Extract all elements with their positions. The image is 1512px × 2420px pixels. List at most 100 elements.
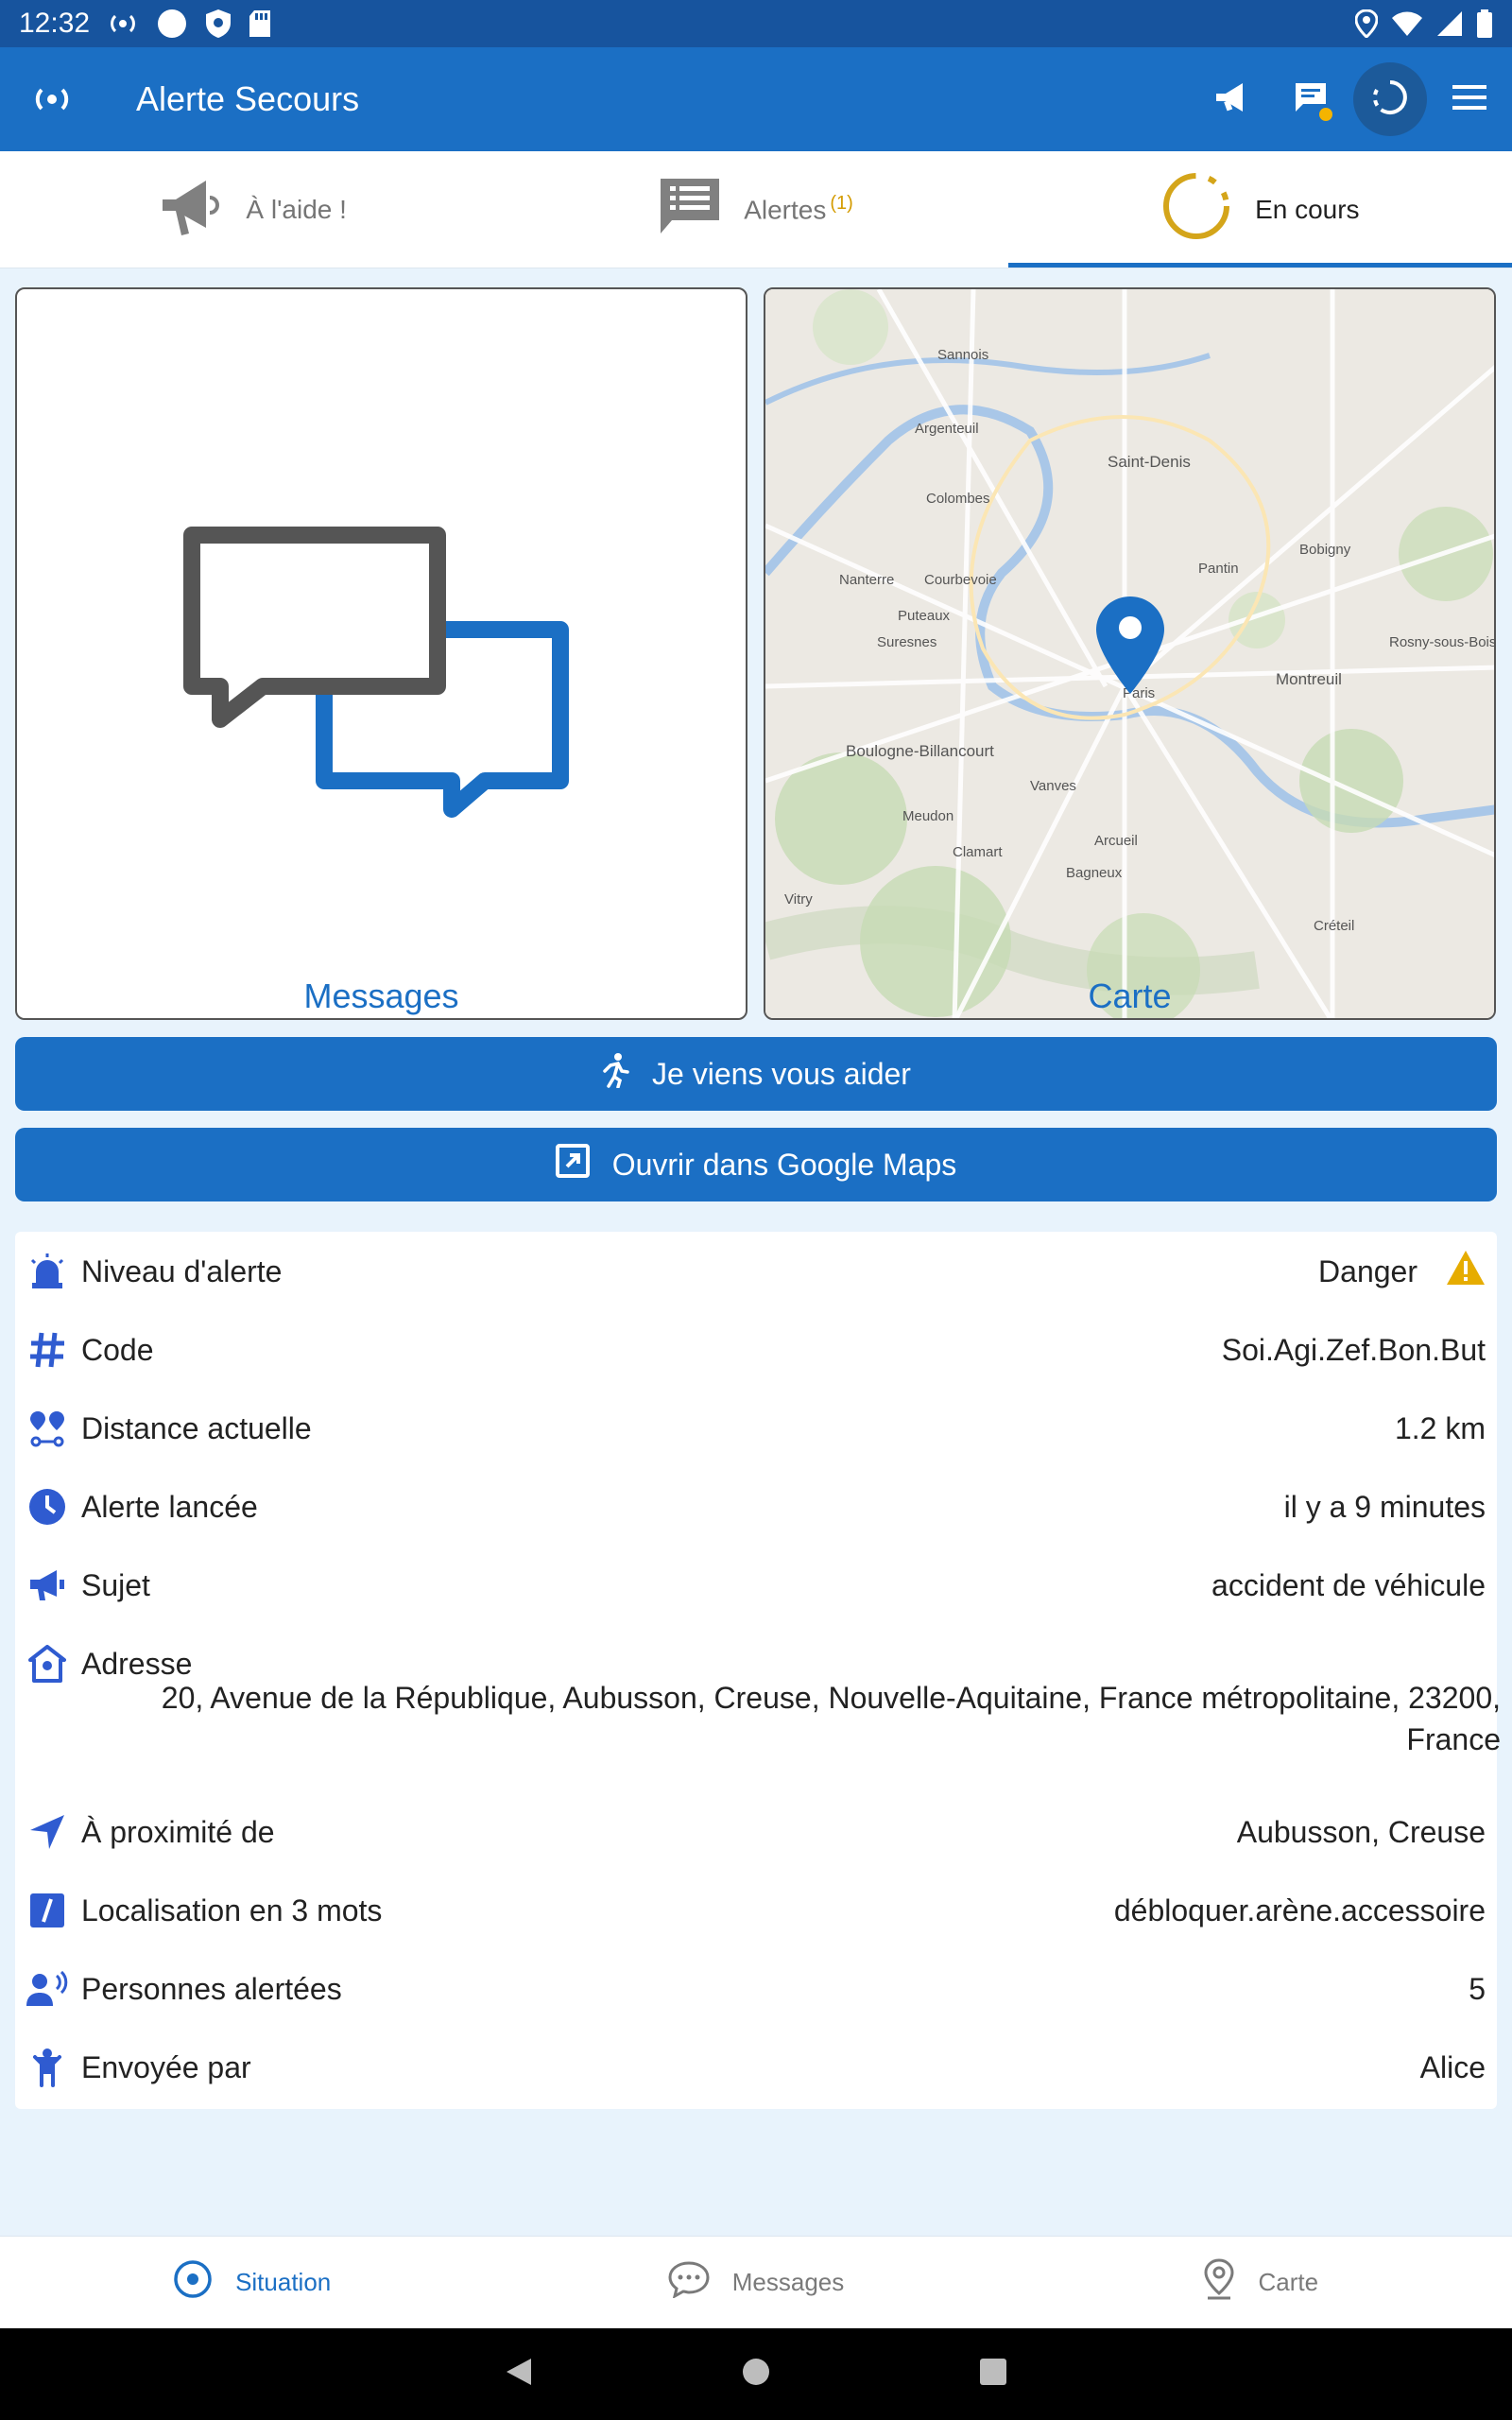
row-code: Code Soi.Agi.Zef.Bon.But — [15, 1322, 1497, 1378]
person-voice-icon — [26, 1968, 68, 2010]
map-pin-icon — [1202, 2257, 1236, 2308]
warning-icon — [1446, 1250, 1486, 1293]
nav-label: Carte — [1258, 2268, 1319, 2296]
recents-icon[interactable] — [979, 2358, 1007, 2391]
broadcast-icon — [107, 11, 139, 36]
open-google-maps-button[interactable]: Ouvrir dans Google Maps — [15, 1128, 1497, 1201]
value: 1.2 km — [1394, 1410, 1486, 1445]
map-card-label: Carte — [1088, 977, 1172, 1015]
row-distance: Distance actuelle 1.2 km — [15, 1400, 1497, 1457]
row-what3words: Localisation en 3 mots débloquer.arène.a… — [15, 1882, 1497, 1939]
signal-icon — [1436, 10, 1463, 37]
map-place-label: Boulogne-Billancourt — [846, 742, 994, 760]
tab-label: En cours — [1255, 194, 1360, 224]
tab-en-cours[interactable]: En cours — [1007, 151, 1512, 268]
nav-situation[interactable]: Situation — [0, 2237, 504, 2328]
label: Niveau d'alerte — [81, 1253, 283, 1288]
label: Alerte lancée — [81, 1489, 258, 1524]
home-icon[interactable] — [741, 2357, 771, 2392]
megaphone-icon — [157, 173, 223, 246]
running-icon — [601, 1052, 629, 1096]
wifi-icon — [1391, 10, 1423, 37]
chat-bubbles-icon — [182, 526, 579, 833]
map-place-label: Clamart — [953, 844, 1003, 860]
menu-button[interactable] — [1433, 62, 1506, 136]
app-logo-icon[interactable] — [0, 47, 104, 151]
value: débloquer.arène.accessoire — [1113, 1893, 1486, 1927]
back-icon[interactable] — [505, 2357, 533, 2392]
open-google-maps-label: Ouvrir dans Google Maps — [611, 1147, 957, 1182]
nav-messages[interactable]: Messages — [504, 2237, 1007, 2328]
tab-a-laide[interactable]: À l'aide ! — [0, 151, 504, 268]
value: Alice — [1419, 2049, 1486, 2084]
value: Danger — [1318, 1253, 1418, 1288]
circle-icon — [156, 8, 188, 40]
in-progress-icon — [1372, 79, 1408, 120]
sd-card-icon — [249, 9, 271, 38]
messages-button[interactable] — [1274, 62, 1348, 136]
map-place-label: Argenteuil — [915, 421, 979, 437]
messages-card-label: Messages — [303, 977, 459, 1015]
address-value: 20, Avenue de la République, Aubusson, C… — [161, 1681, 1501, 1756]
map-place-label: Suresnes — [877, 634, 936, 650]
map-place-label: Nanterre — [839, 572, 894, 588]
person-icon — [26, 2047, 68, 2088]
unread-badge — [1319, 108, 1332, 121]
label: Code — [81, 1332, 154, 1367]
label: À proximité de — [81, 1814, 275, 1849]
top-tabs: À l'aide ! Alertes (1) En cours — [0, 151, 1512, 268]
app-bar: Alerte Secours — [0, 47, 1512, 151]
target-icon — [173, 2259, 213, 2306]
label: Distance actuelle — [81, 1410, 312, 1445]
map-place-label: Créteil — [1314, 918, 1354, 934]
label: Adresse — [81, 1646, 193, 1681]
map-place-label: Courbevoie — [924, 572, 997, 588]
tab-label: Alertes — [744, 195, 827, 225]
row-alert-level: Niveau d'alerte Danger — [15, 1243, 1497, 1300]
label: Localisation en 3 mots — [81, 1893, 383, 1927]
map-place-label: Arcueil — [1094, 833, 1138, 849]
map-place-label: Bobigny — [1299, 542, 1351, 558]
map-place-label: Puteaux — [898, 608, 951, 624]
siren-icon — [26, 1251, 68, 1292]
value: accident de véhicule — [1211, 1567, 1486, 1602]
value: Aubusson, Creuse — [1236, 1814, 1486, 1849]
map-place-label: Vanves — [1030, 778, 1076, 794]
in-progress-button[interactable] — [1353, 62, 1427, 136]
status-time: 12:32 — [19, 8, 91, 39]
map-place-label: Meudon — [902, 808, 954, 824]
row-people-alerted: Personnes alertées 5 — [15, 1961, 1497, 2017]
hash-icon — [26, 1329, 68, 1371]
system-nav-bar — [0, 2328, 1512, 2420]
label: Sujet — [81, 1567, 150, 1602]
value: il y a 9 minutes — [1283, 1489, 1486, 1524]
map-place-label: Montreuil — [1276, 670, 1342, 688]
spinner-icon — [1160, 170, 1232, 249]
help-button[interactable]: Je viens vous aider — [15, 1037, 1497, 1111]
map-preview: Saint-Denis Paris Montreuil Boulogne-Bil… — [765, 289, 1496, 1018]
map-place-label: Pantin — [1198, 561, 1239, 577]
chat-icon — [668, 2260, 710, 2305]
map-place-label: Rosny-sous-Bois — [1389, 634, 1496, 650]
messages-card[interactable]: Messages — [15, 287, 747, 1020]
megaphone-icon — [1212, 80, 1250, 119]
map-place-label: Saint-Denis — [1108, 453, 1191, 471]
value: 5 — [1469, 1971, 1486, 2006]
clock-icon — [26, 1486, 68, 1528]
list-icon — [659, 177, 721, 242]
tab-alertes[interactable]: Alertes (1) — [504, 151, 1007, 268]
tab-label: À l'aide ! — [246, 194, 347, 224]
nav-carte[interactable]: Carte — [1008, 2237, 1512, 2328]
row-subject: Sujet accident de véhicule — [15, 1557, 1497, 1614]
help-button-label: Je viens vous aider — [652, 1056, 911, 1091]
bottom-nav: Situation Messages Carte — [0, 2236, 1512, 2328]
megaphone-button[interactable] — [1194, 62, 1268, 136]
label: Personnes alertées — [81, 1971, 342, 2006]
row-launched: Alerte lancée il y a 9 minutes — [15, 1478, 1497, 1535]
map-card[interactable]: Saint-Denis Paris Montreuil Boulogne-Bil… — [764, 287, 1496, 1020]
home-location-icon — [26, 1643, 68, 1685]
alert-details: Niveau d'alerte Danger Code Soi.Agi.Zef.… — [15, 1232, 1497, 2109]
nav-label: Messages — [731, 2268, 845, 2296]
value: Soi.Agi.Zef.Bon.But — [1221, 1332, 1486, 1367]
map-place-label: Sannois — [937, 347, 988, 363]
